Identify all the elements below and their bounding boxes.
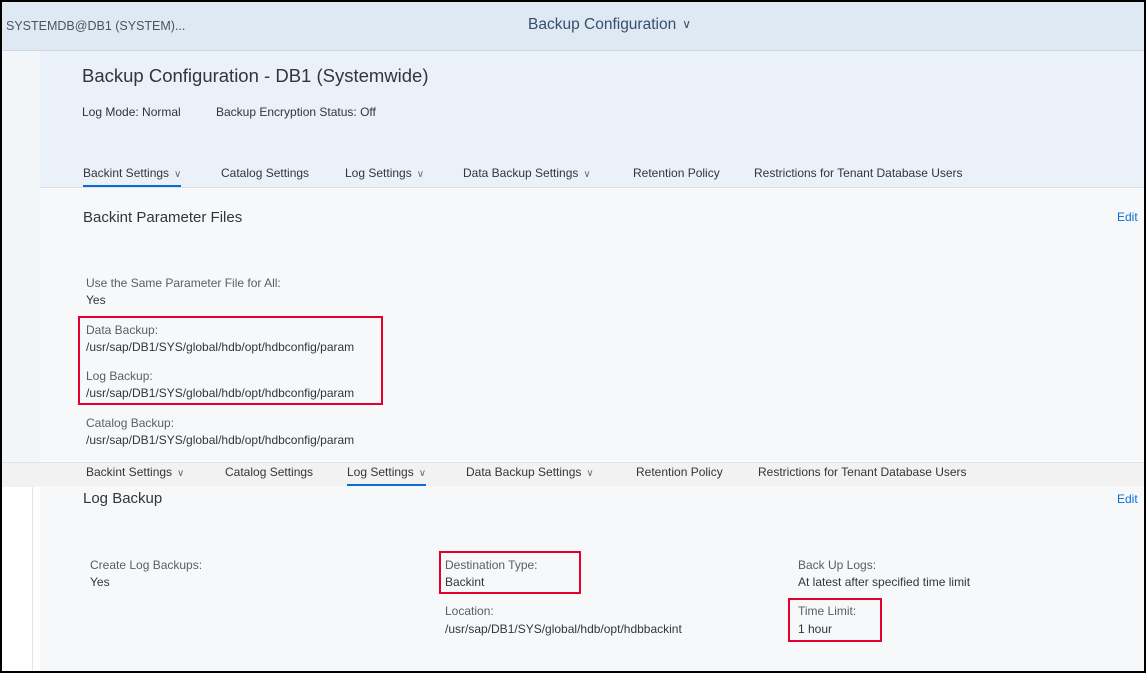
tab-label: Backint Settings <box>83 166 170 180</box>
chevron-down-icon: ∨ <box>682 17 692 31</box>
tab-backint-settings[interactable]: Backint Settings ∨ <box>86 465 184 479</box>
chevron-down-icon: ∨ <box>418 468 427 479</box>
edit-backint-button[interactable]: Edit <box>1117 210 1138 224</box>
chevron-down-icon: ∨ <box>586 468 594 479</box>
create-log-backups-label: Create Log Backups: <box>90 558 203 572</box>
tab-retention-policy[interactable]: Retention Policy <box>636 465 723 479</box>
left-strip <box>2 51 40 463</box>
tab-bar-secondary: Backint Settings ∨ Catalog Settings Log S… <box>2 462 1144 487</box>
same-file-value: Yes <box>86 293 106 307</box>
catalog-backup-value: /usr/sap/DB1/SYS/global/hdb/opt/hdbconfi… <box>86 433 355 447</box>
location-label: Location: <box>445 604 494 618</box>
section-title: Backint Parameter Files <box>83 209 243 226</box>
tab-label: Retention Policy <box>633 166 720 180</box>
tab-restrictions-tenant-users[interactable]: Restrictions for Tenant Database Users <box>758 465 967 479</box>
tab-label: Catalog Settings <box>225 465 314 479</box>
shell-bar: SYSTEMDB@DB1 (SYSTEM)... Backup Configur… <box>2 2 1144 51</box>
tab-label: Restrictions for Tenant Database Users <box>754 166 963 180</box>
highlight-box <box>439 551 581 594</box>
back-up-logs-value: At latest after specified time limit <box>798 575 971 589</box>
edit-log-backup-button[interactable]: Edit <box>1117 492 1138 506</box>
tab-label: Log Settings <box>347 465 414 479</box>
chevron-down-icon: ∨ <box>583 169 591 180</box>
section-title: Log Backup <box>83 490 163 507</box>
highlight-box <box>78 316 383 405</box>
highlight-box <box>788 598 882 642</box>
page-title: Backup Configuration - DB1 (Systemwide) <box>82 65 429 86</box>
tab-retention-policy[interactable]: Retention Policy <box>633 166 720 180</box>
tab-label: Log Settings <box>345 166 412 180</box>
tab-data-backup-settings[interactable]: Data Backup Settings ∨ <box>466 465 594 479</box>
tab-backint-settings[interactable]: Backint Settings ∨ <box>83 166 182 187</box>
tab-label: Restrictions for Tenant Database Users <box>758 465 967 479</box>
same-file-label: Use the Same Parameter File for All: <box>86 276 281 290</box>
user-menu[interactable]: SYSTEMDB@DB1 (SYSTEM)... <box>6 19 185 33</box>
tab-label: Retention Policy <box>636 465 723 479</box>
catalog-backup-label: Catalog Backup: <box>86 416 175 430</box>
tab-catalog-settings[interactable]: Catalog Settings <box>225 465 313 479</box>
left-strip-lower <box>2 464 33 671</box>
app-title: Backup Configuration <box>528 16 677 33</box>
location-value: /usr/sap/DB1/SYS/global/hdb/opt/hdbbacki… <box>445 622 682 636</box>
encryption-status-attribute: Backup Encryption Status: Off <box>216 105 376 119</box>
tab-label: Data Backup Settings <box>466 465 582 479</box>
log-backup-section <box>40 486 1144 671</box>
chevron-down-icon: ∨ <box>177 468 185 479</box>
tab-log-settings[interactable]: Log Settings ∨ <box>347 465 427 486</box>
tab-log-settings[interactable]: Log Settings ∨ <box>345 166 424 180</box>
app-title-menu[interactable]: Backup Configuration ∨ <box>528 16 691 34</box>
tab-label: Backint Settings <box>86 465 173 479</box>
tab-restrictions-tenant-users[interactable]: Restrictions for Tenant Database Users <box>754 166 963 180</box>
chevron-down-icon: ∨ <box>174 169 182 180</box>
create-log-backups-value: Yes <box>90 575 110 589</box>
log-mode-attribute: Log Mode: Normal <box>82 105 181 119</box>
tab-data-backup-settings[interactable]: Data Backup Settings ∨ <box>463 166 591 180</box>
back-up-logs-label: Back Up Logs: <box>798 558 877 572</box>
tab-catalog-settings[interactable]: Catalog Settings <box>221 166 309 180</box>
tab-label: Data Backup Settings <box>463 166 579 180</box>
tab-label: Catalog Settings <box>221 166 310 180</box>
chevron-down-icon: ∨ <box>416 169 425 180</box>
window-frame: SYSTEMDB@DB1 (SYSTEM)... Backup Configur… <box>0 0 1146 673</box>
